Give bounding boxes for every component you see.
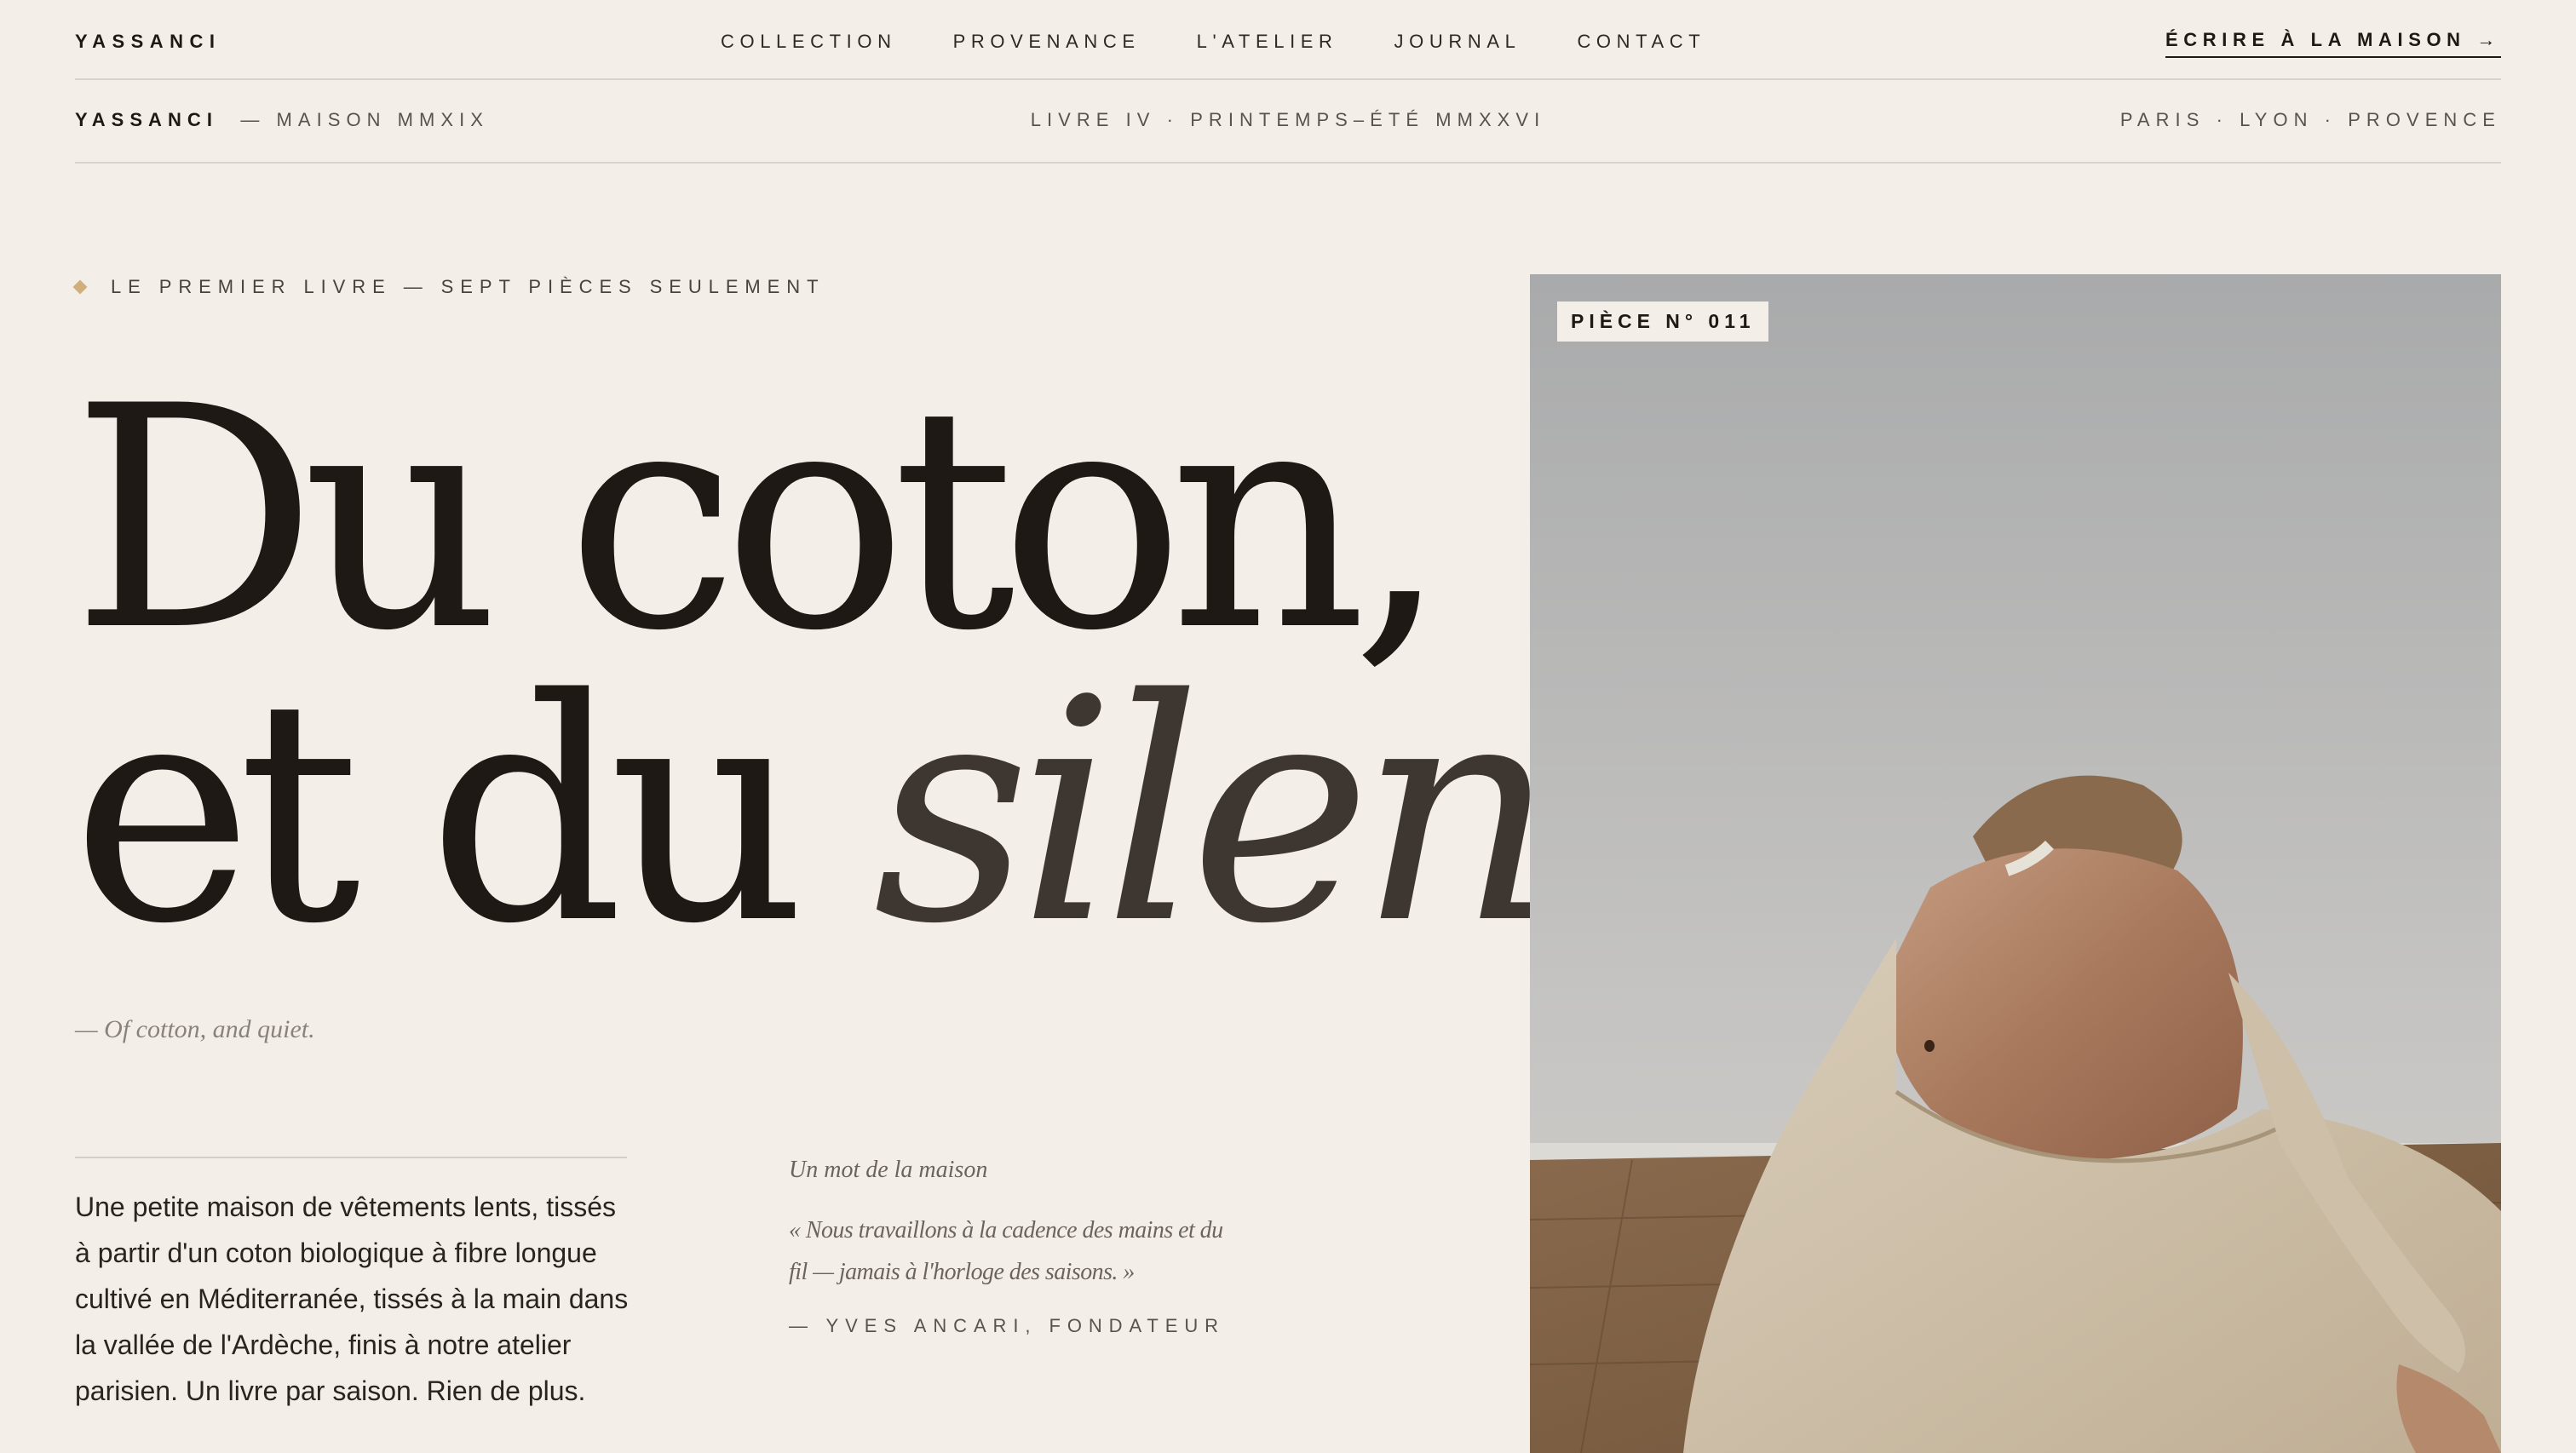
write-to-house-link[interactable]: ÉCRIRE À LA MAISON → (2165, 29, 2501, 58)
diamond-icon (72, 279, 88, 295)
eyebrow-text: LE PREMIER LIVRE — SEPT PIÈCES SEULEMENT (111, 276, 825, 297)
nav-item-provenance[interactable]: PROVENANCE (953, 31, 1141, 53)
nav-item-contact[interactable]: CONTACT (1577, 31, 1705, 53)
quote-label: Un mot de la maison (789, 1157, 988, 1183)
nav-item-collection[interactable]: COLLECTION (721, 31, 897, 53)
main-nav: COLLECTION PROVENANCE L'ATELIER JOURNAL … (721, 31, 1705, 53)
nav-item-journal[interactable]: JOURNAL (1394, 31, 1521, 53)
hero-photo (1530, 274, 2501, 1453)
quote-author: — YVES ANCARI, FONDATEUR (789, 1315, 1225, 1336)
hero-eyebrow: LE PREMIER LIVRE — SEPT PIÈCES SEULEMENT (72, 276, 825, 298)
hero-photo-illustration (1530, 274, 2501, 1453)
subbar-cities: PARIS · LYON · PROVENCE (2119, 109, 2501, 130)
body-divider (75, 1157, 627, 1158)
nav-divider (75, 78, 2501, 80)
brand-logo[interactable]: YASSANCI (75, 31, 221, 53)
headline-line-2-plain: et du (72, 634, 873, 991)
piece-number-badge: PIÈCE N° 011 (1557, 302, 1769, 342)
headline-translation: — Of cotton, and quiet. (75, 1015, 315, 1043)
founder-quote: « Nous travaillons à la cadence des main… (789, 1217, 1223, 1285)
nav-item-atelier[interactable]: L'ATELIER (1197, 31, 1338, 53)
hero-body-text: Une petite maison de vêtements lents, ti… (75, 1192, 629, 1406)
subbar-divider (75, 162, 2501, 164)
